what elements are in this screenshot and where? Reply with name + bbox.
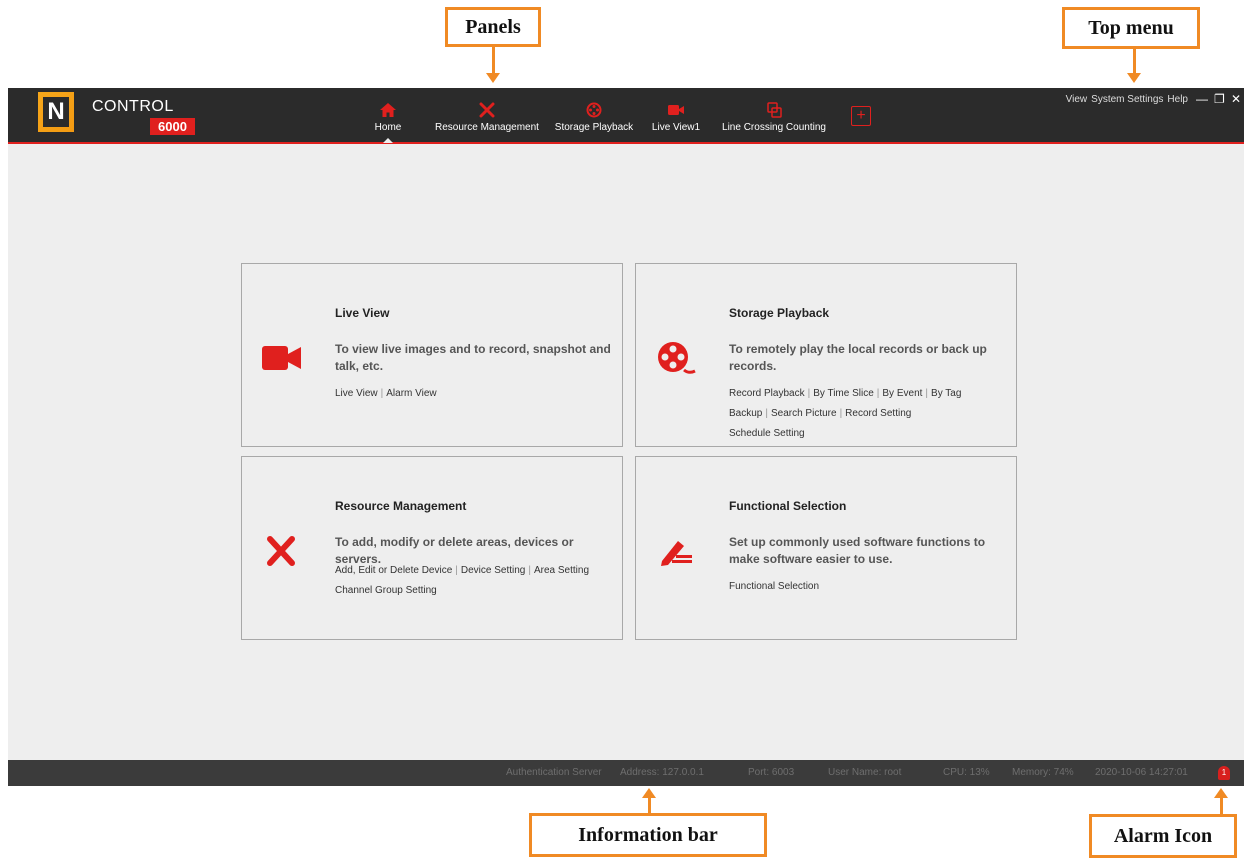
top-menu-arrow	[1133, 49, 1136, 73]
film-reel-icon	[586, 102, 602, 118]
link-record-setting[interactable]: Record Setting	[845, 408, 911, 419]
link-alarm-view[interactable]: Alarm View	[386, 388, 436, 399]
status-auth-server: Authentication Server	[506, 767, 602, 778]
card-live-view-title: Live View	[335, 306, 390, 320]
edit-pen-icon	[661, 541, 692, 566]
link-backup[interactable]: Backup	[729, 408, 762, 419]
status-datetime: 2020-10-06 14:27:01	[1095, 767, 1188, 778]
logo-text: CONTROL	[92, 98, 174, 115]
card-functional-selection-title: Functional Selection	[729, 499, 847, 513]
alarm-icon-callout: Alarm Icon	[1089, 814, 1237, 858]
link-search-picture[interactable]: Search Picture	[771, 408, 837, 419]
top-menu-callout: Top menu	[1062, 7, 1200, 49]
home-icon	[380, 103, 396, 117]
tab-live-view1[interactable]: Live View1	[648, 88, 704, 142]
card-live-view-links: Live View | Alarm View	[335, 388, 437, 399]
app-window: N CONTROL 6000 Home Resource Management …	[8, 88, 1244, 786]
tab-line-crossing-counting-label: Line Crossing Counting	[722, 122, 826, 133]
card-storage-playback-title: Storage Playback	[729, 306, 830, 320]
tab-live-view1-label: Live View1	[651, 122, 701, 133]
card-resource-management-links: Add, Edit or Delete Device | Device Settin…	[335, 565, 590, 596]
minimize-button[interactable]: —	[1196, 92, 1208, 106]
tab-home-label: Home	[374, 122, 402, 133]
alarm-count: 1	[1221, 768, 1227, 777]
alarm-icon-arrow	[1220, 798, 1223, 814]
link-live-view[interactable]: Live View	[335, 388, 378, 399]
link-functional-selection[interactable]: Functional Selection	[729, 581, 819, 592]
link-schedule-setting[interactable]: Schedule Setting	[729, 428, 805, 439]
link-record-playback[interactable]: Record Playback	[729, 388, 805, 399]
menu-help[interactable]: Help	[1167, 94, 1188, 105]
tab-line-crossing-counting[interactable]: Line Crossing Counting	[714, 88, 834, 142]
tab-resource-management-label: Resource Management	[435, 122, 539, 133]
tab-storage-playback[interactable]: Storage Playback	[548, 88, 640, 142]
panels-callout-label: Panels	[465, 15, 521, 38]
film-reel-icon	[658, 342, 696, 374]
alarm-icon-arrow-head	[1214, 788, 1228, 798]
information-bar-arrow-head	[642, 788, 656, 798]
status-cpu: CPU: 13%	[943, 767, 990, 778]
top-menu: View System Settings Help	[1066, 94, 1188, 105]
line-crossing-icon	[767, 102, 782, 118]
tools-icon	[267, 536, 295, 566]
link-by-tag[interactable]: By Tag	[931, 388, 961, 399]
add-panel-button[interactable]: +	[851, 106, 871, 126]
top-menu-callout-label: Top menu	[1088, 16, 1174, 39]
information-bar: Authentication Server Address: 127.0.0.1…	[8, 760, 1244, 786]
top-bar: N CONTROL 6000 Home Resource Management …	[8, 88, 1244, 144]
information-bar-callout-label: Information bar	[578, 823, 718, 846]
card-live-view-desc: To view live images and to record, snaps…	[335, 342, 611, 373]
link-area-setting[interactable]: Area Setting	[534, 565, 589, 576]
restore-button[interactable]: ❐	[1214, 92, 1225, 106]
tools-icon	[479, 102, 495, 118]
top-menu-arrow-head	[1127, 73, 1141, 83]
status-memory: Memory: 74%	[1012, 767, 1074, 778]
panels-arrow	[492, 47, 495, 73]
information-bar-callout: Information bar	[529, 813, 767, 857]
panels-callout: Panels	[445, 7, 541, 47]
app-logo: N CONTROL 6000	[38, 92, 208, 136]
card-functional-selection-desc: Set up commonly used software functions …	[729, 535, 986, 566]
information-bar-arrow	[648, 798, 651, 813]
link-channel-group-setting[interactable]: Channel Group Setting	[335, 585, 437, 596]
video-camera-icon	[262, 346, 301, 370]
tab-storage-playback-label: Storage Playback	[554, 122, 634, 133]
card-functional-selection: Functional Selection Set up commonly use…	[635, 456, 1017, 640]
logo-number: 6000	[150, 118, 195, 135]
close-button[interactable]: ✕	[1231, 92, 1241, 106]
card-storage-playback-desc: To remotely play the local records or ba…	[729, 342, 987, 373]
video-camera-icon	[668, 105, 684, 115]
menu-system-settings[interactable]: System Settings	[1091, 94, 1163, 105]
tab-home[interactable]: Home	[368, 88, 408, 143]
alarm-icon[interactable]: 1	[1218, 766, 1230, 780]
link-device-setting[interactable]: Device Setting	[461, 565, 525, 576]
card-live-view: Live View To view live images and to rec…	[241, 263, 623, 447]
card-resource-management-title: Resource Management	[335, 499, 467, 513]
logo-letter: N	[43, 97, 69, 127]
link-add-edit-delete-device[interactable]: Add, Edit or Delete Device	[335, 565, 452, 576]
card-storage-playback-links: Record Playback | By Time Slice | By Event | B…	[729, 388, 962, 439]
link-by-time-slice[interactable]: By Time Slice	[813, 388, 874, 399]
menu-view[interactable]: View	[1066, 94, 1088, 105]
panels-arrow-head	[486, 73, 500, 83]
link-by-event[interactable]: By Event	[882, 388, 922, 399]
status-address: Address: 127.0.0.1	[620, 767, 704, 778]
card-functional-selection-links: Functional Selection	[729, 577, 1014, 597]
logo-mark: N	[38, 92, 74, 132]
card-storage-playback: Storage Playback To remotely play the lo…	[635, 263, 1017, 447]
status-port: Port: 6003	[748, 767, 795, 778]
status-user: User Name: root	[828, 767, 902, 778]
alarm-icon-callout-label: Alarm Icon	[1113, 824, 1213, 847]
tab-resource-management[interactable]: Resource Management	[432, 88, 542, 142]
card-resource-management: Resource Management To add, modify or de…	[241, 456, 623, 640]
